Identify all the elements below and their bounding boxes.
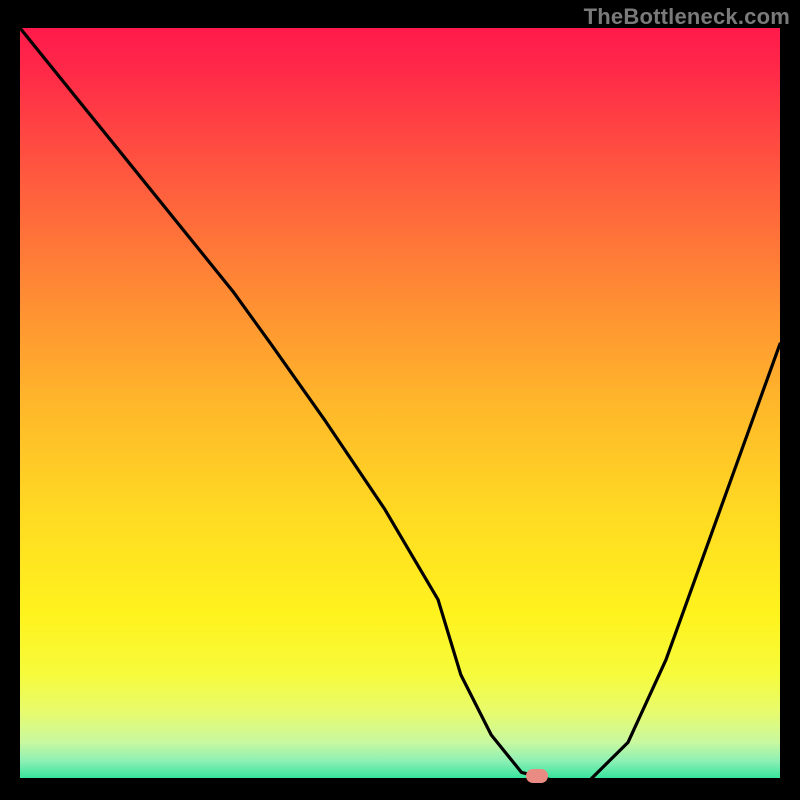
watermark-text: TheBottleneck.com <box>584 4 790 30</box>
optimal-point-marker <box>526 769 548 783</box>
plot-area <box>20 28 780 780</box>
chart-svg <box>20 28 780 780</box>
chart-frame: TheBottleneck.com <box>0 0 800 800</box>
gradient-background <box>20 28 780 780</box>
